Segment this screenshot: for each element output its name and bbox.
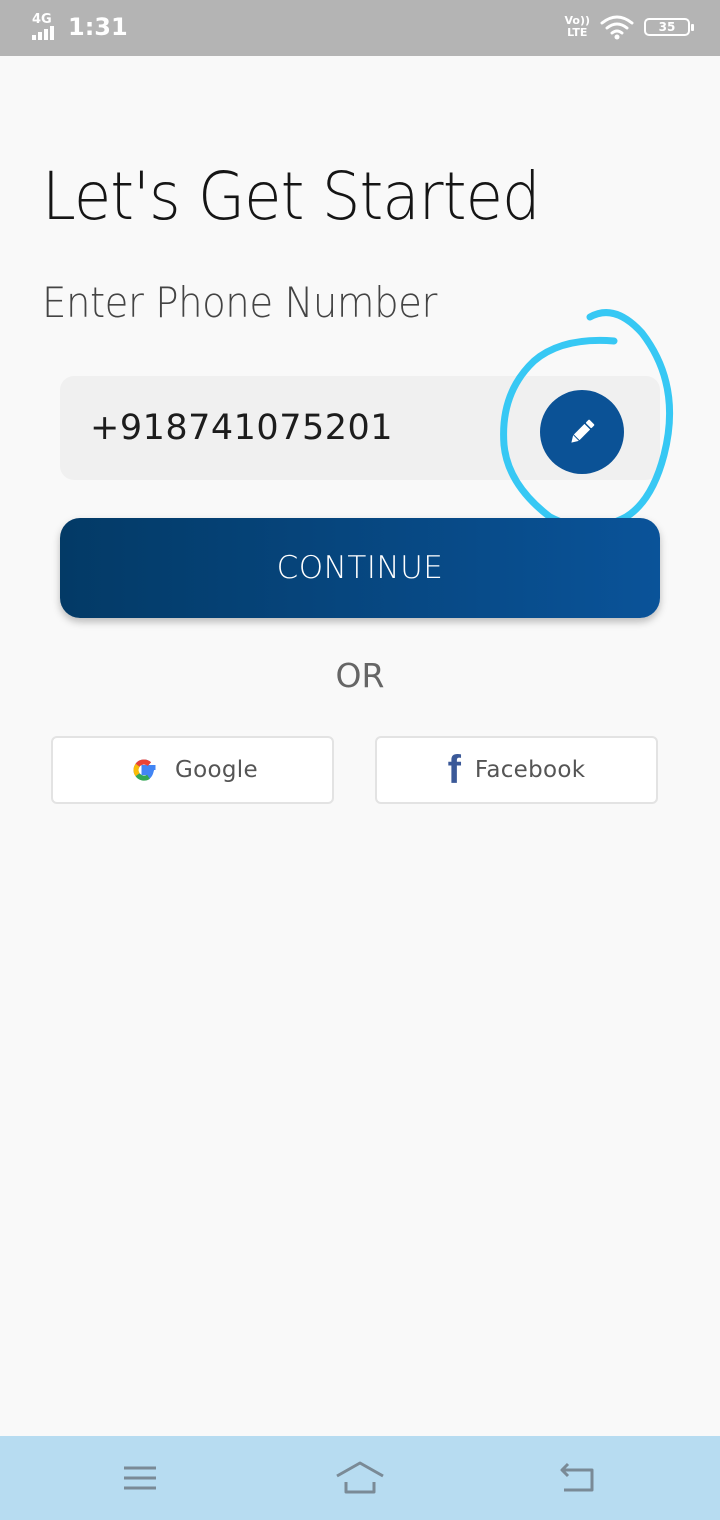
menu-icon <box>124 1466 156 1490</box>
network-type: 4G <box>32 12 52 27</box>
volte-bottom: LTE <box>567 26 588 39</box>
battery-icon: 35 <box>644 18 694 36</box>
home-icon <box>336 1461 384 1494</box>
facebook-icon: f <box>447 748 461 792</box>
navigation-bar <box>0 1436 720 1520</box>
page-title: Let's Get Started <box>42 158 541 235</box>
phone-prompt: Enter Phone Number <box>42 278 437 327</box>
status-right: Vo)) LTE 35 <box>564 14 694 40</box>
phone-number-field[interactable]: +918741075201 <box>60 376 660 480</box>
back-icon <box>560 1462 594 1492</box>
continue-button[interactable]: CONTINUE <box>60 518 660 618</box>
wifi-icon <box>600 15 634 40</box>
or-divider: OR <box>335 656 385 695</box>
battery-level: 35 <box>658 20 676 34</box>
facebook-label: Facebook <box>474 757 586 783</box>
facebook-login-button[interactable]: f Facebook <box>375 736 658 804</box>
nav-home-button[interactable] <box>330 1456 390 1500</box>
google-icon <box>133 759 156 781</box>
pencil-icon <box>571 419 595 443</box>
phone-number-value[interactable]: +918741075201 <box>90 408 393 448</box>
nav-menu-button[interactable] <box>110 1456 170 1500</box>
google-login-button[interactable]: Google <box>51 736 334 804</box>
status-bar: 4G 1:31 Vo)) LTE 35 <box>0 0 720 56</box>
status-time: 1:31 <box>68 13 128 41</box>
nav-back-button[interactable] <box>548 1456 608 1500</box>
signal-icon: 4G <box>30 12 60 42</box>
edit-phone-button[interactable] <box>540 390 624 474</box>
volte-indicator: Vo)) LTE <box>564 15 590 39</box>
google-label: Google <box>175 757 258 783</box>
status-left: 4G 1:31 <box>30 12 128 42</box>
